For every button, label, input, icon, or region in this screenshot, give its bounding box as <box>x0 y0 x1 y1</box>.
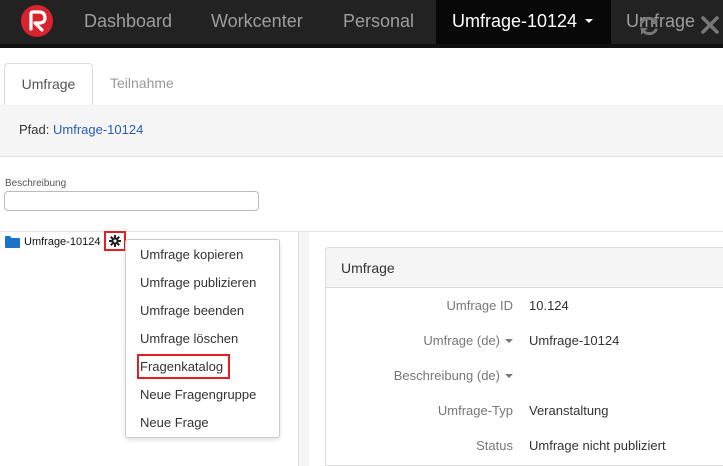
menu-item-new-question-group[interactable]: Neue Fragengruppe <box>140 387 256 402</box>
gear-button[interactable] <box>104 231 126 251</box>
gear-icon <box>109 235 121 247</box>
tree-root-label[interactable]: Umfrage-10124 <box>24 236 100 248</box>
chevron-down-icon <box>505 338 513 343</box>
tab-umfrage[interactable]: Umfrage <box>4 63 93 106</box>
pane-splitter[interactable] <box>298 232 309 466</box>
path-bar: Pfad: Umfrage-10124 <box>0 105 723 157</box>
field-label-name: Umfrage (de) <box>423 333 500 348</box>
field-value-name: Umfrage-10124 <box>529 333 620 348</box>
close-icon[interactable] <box>700 15 720 35</box>
field-value-type: Veranstaltung <box>529 403 609 418</box>
tab-teilnahme[interactable]: Teilnahme <box>110 63 174 104</box>
app-logo-icon[interactable] <box>21 5 53 37</box>
highlight-box <box>137 354 230 379</box>
field-label-description-dropdown[interactable]: Beschreibung (de) <box>394 368 513 383</box>
menu-item-copy[interactable]: Umfrage kopieren <box>140 247 243 262</box>
description-label: Beschreibung <box>5 178 67 189</box>
field-label-status: Status <box>476 438 513 453</box>
tab-bar: Umfrage Teilnahme <box>0 48 723 106</box>
context-menu: Umfrage kopieren Umfrage publizieren Umf… <box>125 239 280 438</box>
field-label-id: Umfrage ID <box>446 298 513 313</box>
menu-item-delete[interactable]: Umfrage löschen <box>140 331 238 346</box>
menu-item-end[interactable]: Umfrage beenden <box>140 303 244 318</box>
chevron-down-icon <box>585 19 594 24</box>
menu-item-publish[interactable]: Umfrage publizieren <box>140 275 256 290</box>
field-value-status: Umfrage nicht publiziert <box>529 438 666 453</box>
field-label-description: Beschreibung (de) <box>393 368 500 383</box>
refresh-icon[interactable] <box>637 14 661 38</box>
field-label-type: Umfrage-Typ <box>437 403 513 418</box>
panel-title: Umfrage <box>341 260 395 276</box>
nav-survey-dropdown[interactable]: Umfrage-10124 <box>436 0 611 44</box>
nav-survey-label: Umfrage-10124 <box>452 11 578 31</box>
nav-personal[interactable]: Personal <box>343 0 414 44</box>
nav-workcenter[interactable]: Workcenter <box>211 0 303 44</box>
menu-item-new-question[interactable]: Neue Frage <box>140 415 209 430</box>
field-label-name-dropdown[interactable]: Umfrage (de) <box>423 333 513 348</box>
folder-icon <box>5 235 20 248</box>
top-navbar: Dashboard Workcenter Personal Umfrage-10… <box>0 0 723 44</box>
field-value-id: 10.124 <box>529 298 569 313</box>
chevron-down-icon <box>505 373 513 378</box>
path-label: Pfad: <box>19 122 50 137</box>
nav-dashboard[interactable]: Dashboard <box>84 0 172 44</box>
breadcrumb: Pfad: Umfrage-10124 <box>19 122 143 137</box>
path-link[interactable]: Umfrage-10124 <box>53 122 143 137</box>
description-input[interactable] <box>4 191 259 211</box>
